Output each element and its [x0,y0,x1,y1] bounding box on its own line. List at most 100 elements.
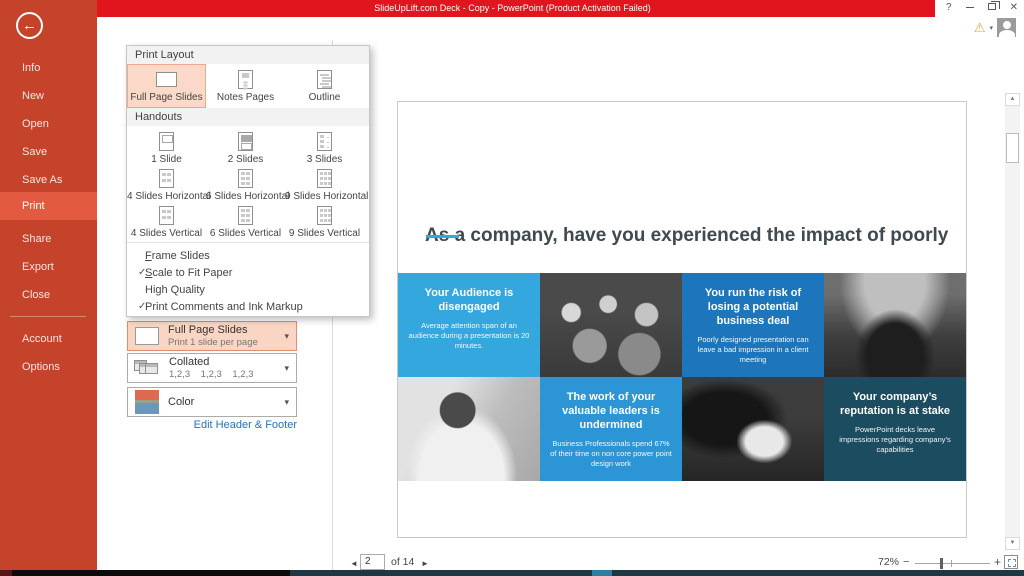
fit-slide-to-window-icon[interactable] [1004,555,1018,569]
sidebar-item-saveas[interactable]: Save As [0,169,97,191]
previous-page-icon[interactable]: ◄ [350,556,358,571]
preview-scrollbar-thumb[interactable] [1006,133,1019,163]
menu-item-high-quality[interactable]: High Quality [127,281,369,298]
color-swatch-icon [135,390,159,414]
notification-area: ⚠ ▾ [974,18,1016,37]
slide-title-underline [426,235,459,238]
option-6-slides-horizontal[interactable]: 6 Slides Horizontal [206,163,285,200]
slide-content-grid: Your Audience is disengaged Average atte… [398,273,966,481]
sidebar-item-save[interactable]: Save [0,141,97,163]
four-slides-horizontal-icon [127,166,206,190]
print-preview-page: As a company, have you experienced the i… [397,101,967,538]
handouts-row-1: 1 Slide 2 Slides 3 Slides [127,126,369,163]
full-page-slides-small-icon [135,327,159,345]
sidebar-item-account[interactable]: Account [0,328,97,350]
zoom-in-button[interactable]: + [994,555,1001,569]
print-comments-check-icon: ✓ [127,301,145,312]
handouts-row-3: 4 Slides Vertical 6 Slides Vertical 9 Sl… [127,200,369,237]
scroll-up-icon[interactable]: ▲ [1005,93,1020,106]
print-layout-popup: Print Layout Full Page Slides Notes Page… [126,45,370,317]
option-4-slides-vertical[interactable]: 4 Slides Vertical [127,200,206,237]
sidebar-item-open[interactable]: Open [0,113,97,135]
option-4-slides-horizontal[interactable]: 4 Slides Horizontal [127,163,206,200]
option-3-slides[interactable]: 3 Slides [285,126,364,163]
print-layout-section-header: Print Layout [127,46,369,64]
menu-item-scale-to-fit[interactable]: ✓ Scale to Fit Paper [127,264,369,281]
zoom-slider-center-tick [951,560,952,567]
popup-separator [127,242,369,243]
grid-cell-audience-disengaged: Your Audience is disengaged Average atte… [398,273,540,377]
restore-button[interactable] [988,0,996,16]
minimize-icon [966,7,974,8]
zoom-out-button[interactable]: − [903,556,909,568]
option-notes-pages[interactable]: Notes Pages [206,64,285,108]
title-bar: SlideUpLift.com Deck - Copy - PowerPoint… [90,0,935,17]
sidebar-item-share[interactable]: Share [0,228,97,250]
six-slides-horizontal-icon [206,166,285,190]
one-slide-icon [127,129,206,153]
help-button[interactable]: ? [946,0,952,16]
zoom-slider-thumb[interactable] [940,558,943,569]
outline-icon [285,67,364,91]
chevron-down-icon: ▾ [284,331,296,342]
nine-slides-horizontal-icon [285,166,364,190]
user-avatar[interactable] [997,18,1016,37]
sidebar-item-close[interactable]: Close [0,284,97,306]
chevron-down-icon: ▾ [284,363,296,374]
color-dropdown[interactable]: Color ▾ [127,387,297,417]
scroll-down-icon[interactable]: ▼ [1005,537,1020,550]
edit-header-footer-link[interactable]: Edit Header & Footer [127,419,297,431]
close-button[interactable]: ✕ [1010,0,1018,16]
warning-caret-icon[interactable]: ▾ [989,24,993,32]
sidebar-item-info[interactable]: Info [0,57,97,79]
option-9-slides-vertical[interactable]: 9 Slides Vertical [285,200,364,237]
option-2-slides[interactable]: 2 Slides [206,126,285,163]
three-slides-icon [285,129,364,153]
man-in-rain-photo [824,273,966,377]
backstage-sidebar: ← Info New Open Save Save As Print Share… [0,0,97,570]
chevron-down-icon: ▾ [284,397,296,408]
menu-item-print-comments[interactable]: ✓ Print Comments and Ink Markup [127,298,369,315]
sidebar-item-options[interactable]: Options [0,356,97,378]
option-9-slides-horizontal[interactable]: 9 Slides Horizontal [285,163,364,200]
option-6-slides-vertical[interactable]: 6 Slides Vertical [206,200,285,237]
full-page-slides-icon [127,67,206,91]
zoom-level-label[interactable]: 72% [878,556,899,568]
restore-icon [988,3,996,10]
four-slides-vertical-icon [127,203,206,227]
current-page-input[interactable]: 2 [360,554,385,570]
print-layout-dropdown[interactable]: Full Page Slides Print 1 slide per page … [127,321,297,351]
notes-pages-icon [206,67,285,91]
bored-audience-photo [540,273,682,377]
page-total-label: of 14 [391,556,414,568]
option-full-page-slides[interactable]: Full Page Slides [127,64,206,108]
man-covering-ears-photo [398,377,540,481]
collated-pages-icon [134,359,160,377]
sidebar-item-new[interactable]: New [0,85,97,107]
thumbs-down-photo [682,377,824,481]
zoom-slider-track[interactable] [915,563,990,564]
activation-warning-icon[interactable]: ⚠ [974,21,986,34]
option-1-slide[interactable]: 1 Slide [127,126,206,163]
sidebar-item-export[interactable]: Export [0,256,97,278]
handouts-row-2: 4 Slides Horizontal 6 Slides Horizontal … [127,163,369,200]
print-layout-options-row: Full Page Slides Notes Pages Outline [127,64,369,108]
menu-item-frame-slides[interactable]: Frame Slides [127,247,369,264]
window-title: SlideUpLift.com Deck - Copy - PowerPoint… [90,0,935,17]
next-page-icon[interactable]: ► [421,556,429,571]
back-button[interactable]: ← [16,12,43,39]
taskbar-edge-red [0,570,12,576]
taskbar-edge-dark [12,570,290,576]
sidebar-item-print[interactable]: Print [0,192,97,220]
collation-dropdown[interactable]: Collated 1,2,3 1,2,3 1,2,3 ▾ [127,353,297,383]
grid-cell-leaders-undermined: The work of your valuable leaders is und… [540,377,682,481]
nine-slides-vertical-icon [285,203,364,227]
grid-cell-business-deal: You run the risk of losing a potential b… [682,273,824,377]
handouts-section-header: Handouts [127,108,369,126]
six-slides-vertical-icon [206,203,285,227]
sidebar-divider [10,316,86,317]
two-slides-icon [206,129,285,153]
minimize-button[interactable] [966,0,974,16]
grid-cell-reputation: Your company’s reputation is at stake Po… [824,377,966,481]
option-outline[interactable]: Outline [285,64,364,108]
